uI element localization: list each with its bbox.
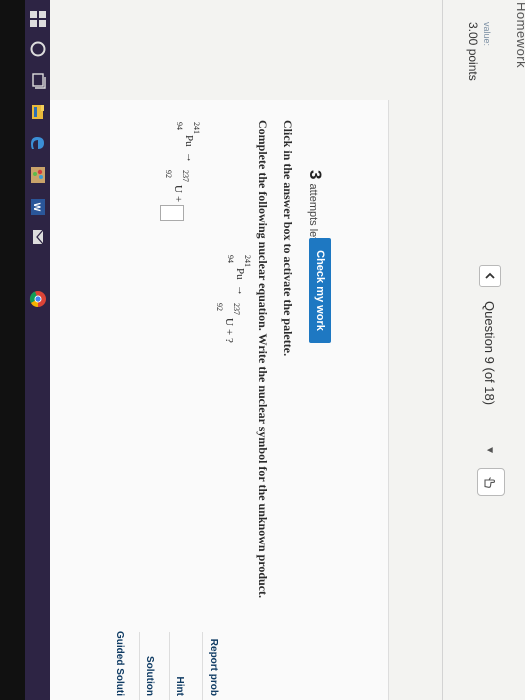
instruction-question: Complete the following nuclear equation.… — [256, 120, 270, 599]
report-problem-link[interactable]: Report prob — [208, 639, 219, 696]
question-label[interactable]: Question 9 (of 18) — [483, 301, 498, 405]
answer-reactant-mass: 241 — [192, 122, 201, 134]
solution-link[interactable]: Solution — [144, 656, 155, 696]
answer-equation: 241 94 Pu → 237 92 U + — [156, 122, 201, 242]
paint-icon[interactable] — [29, 166, 47, 184]
header-divider — [442, 0, 443, 700]
search-circle-icon[interactable] — [29, 40, 47, 58]
guided-solution-link[interactable]: Guided Soluti — [114, 631, 125, 696]
reactant-atomic: 94 — [226, 255, 235, 263]
hand-pointer-icon — [484, 477, 496, 488]
attempts-label: attempts left — [307, 183, 319, 244]
reactant-mass: 241 — [243, 255, 252, 267]
question-navigator: Question 9 (of 18) ▼ — [477, 265, 503, 455]
check-my-work-button[interactable]: Check my work — [309, 238, 331, 343]
product-symbol: U — [223, 318, 235, 326]
sidebar-divider — [139, 632, 140, 700]
unknown-product: + ? — [223, 329, 235, 343]
mail-icon[interactable] — [29, 228, 47, 246]
answer-arrow: → — [184, 152, 196, 163]
value-label: value: — [482, 22, 492, 47]
instruction-palette: Click in the answer box to activate the … — [281, 120, 295, 357]
chrome-icon[interactable] — [29, 290, 47, 308]
answer-reactant-atomic: 94 — [175, 122, 184, 130]
monitor-bezel — [0, 0, 25, 700]
sidebar-divider — [202, 632, 203, 700]
edge-icon[interactable] — [29, 134, 47, 152]
browser-screen: Homework value: 3.00 points Question 9 (… — [50, 0, 525, 700]
section-title: Homework — [514, 2, 525, 69]
task-view-icon[interactable] — [29, 72, 47, 90]
points-value: 3.00 points — [466, 22, 480, 81]
given-equation: 241 94 Pu → 237 92 U + ? — [212, 255, 252, 375]
answer-box[interactable] — [160, 205, 184, 221]
reactant-symbol: Pu — [234, 268, 246, 280]
answer-plus: + — [172, 196, 184, 203]
answer-product-mass: 237 — [181, 170, 190, 182]
chevron-left-icon — [485, 272, 495, 279]
windows-icon[interactable] — [29, 10, 47, 28]
product-mass: 237 — [232, 303, 241, 315]
arrow: → — [235, 285, 247, 296]
answer-product-symbol: U — [172, 185, 184, 193]
attempts-count: 3 — [306, 170, 325, 180]
answer-product-atomic: 92 — [164, 170, 173, 178]
previous-question-button[interactable] — [479, 265, 501, 287]
help-button[interactable] — [477, 468, 505, 496]
svg-text:W: W — [32, 203, 42, 212]
caret-down-icon[interactable]: ▼ — [485, 445, 496, 455]
sidebar-divider — [169, 632, 170, 700]
word-icon[interactable]: W — [29, 198, 47, 216]
hint-link[interactable]: Hint — [174, 677, 185, 696]
product-atomic: 92 — [215, 303, 224, 311]
answer-reactant-symbol: Pu — [183, 135, 195, 147]
attempts-indicator: 3 attempts left — [305, 170, 325, 243]
file-explorer-icon[interactable] — [29, 103, 47, 121]
question-panel — [50, 100, 389, 700]
